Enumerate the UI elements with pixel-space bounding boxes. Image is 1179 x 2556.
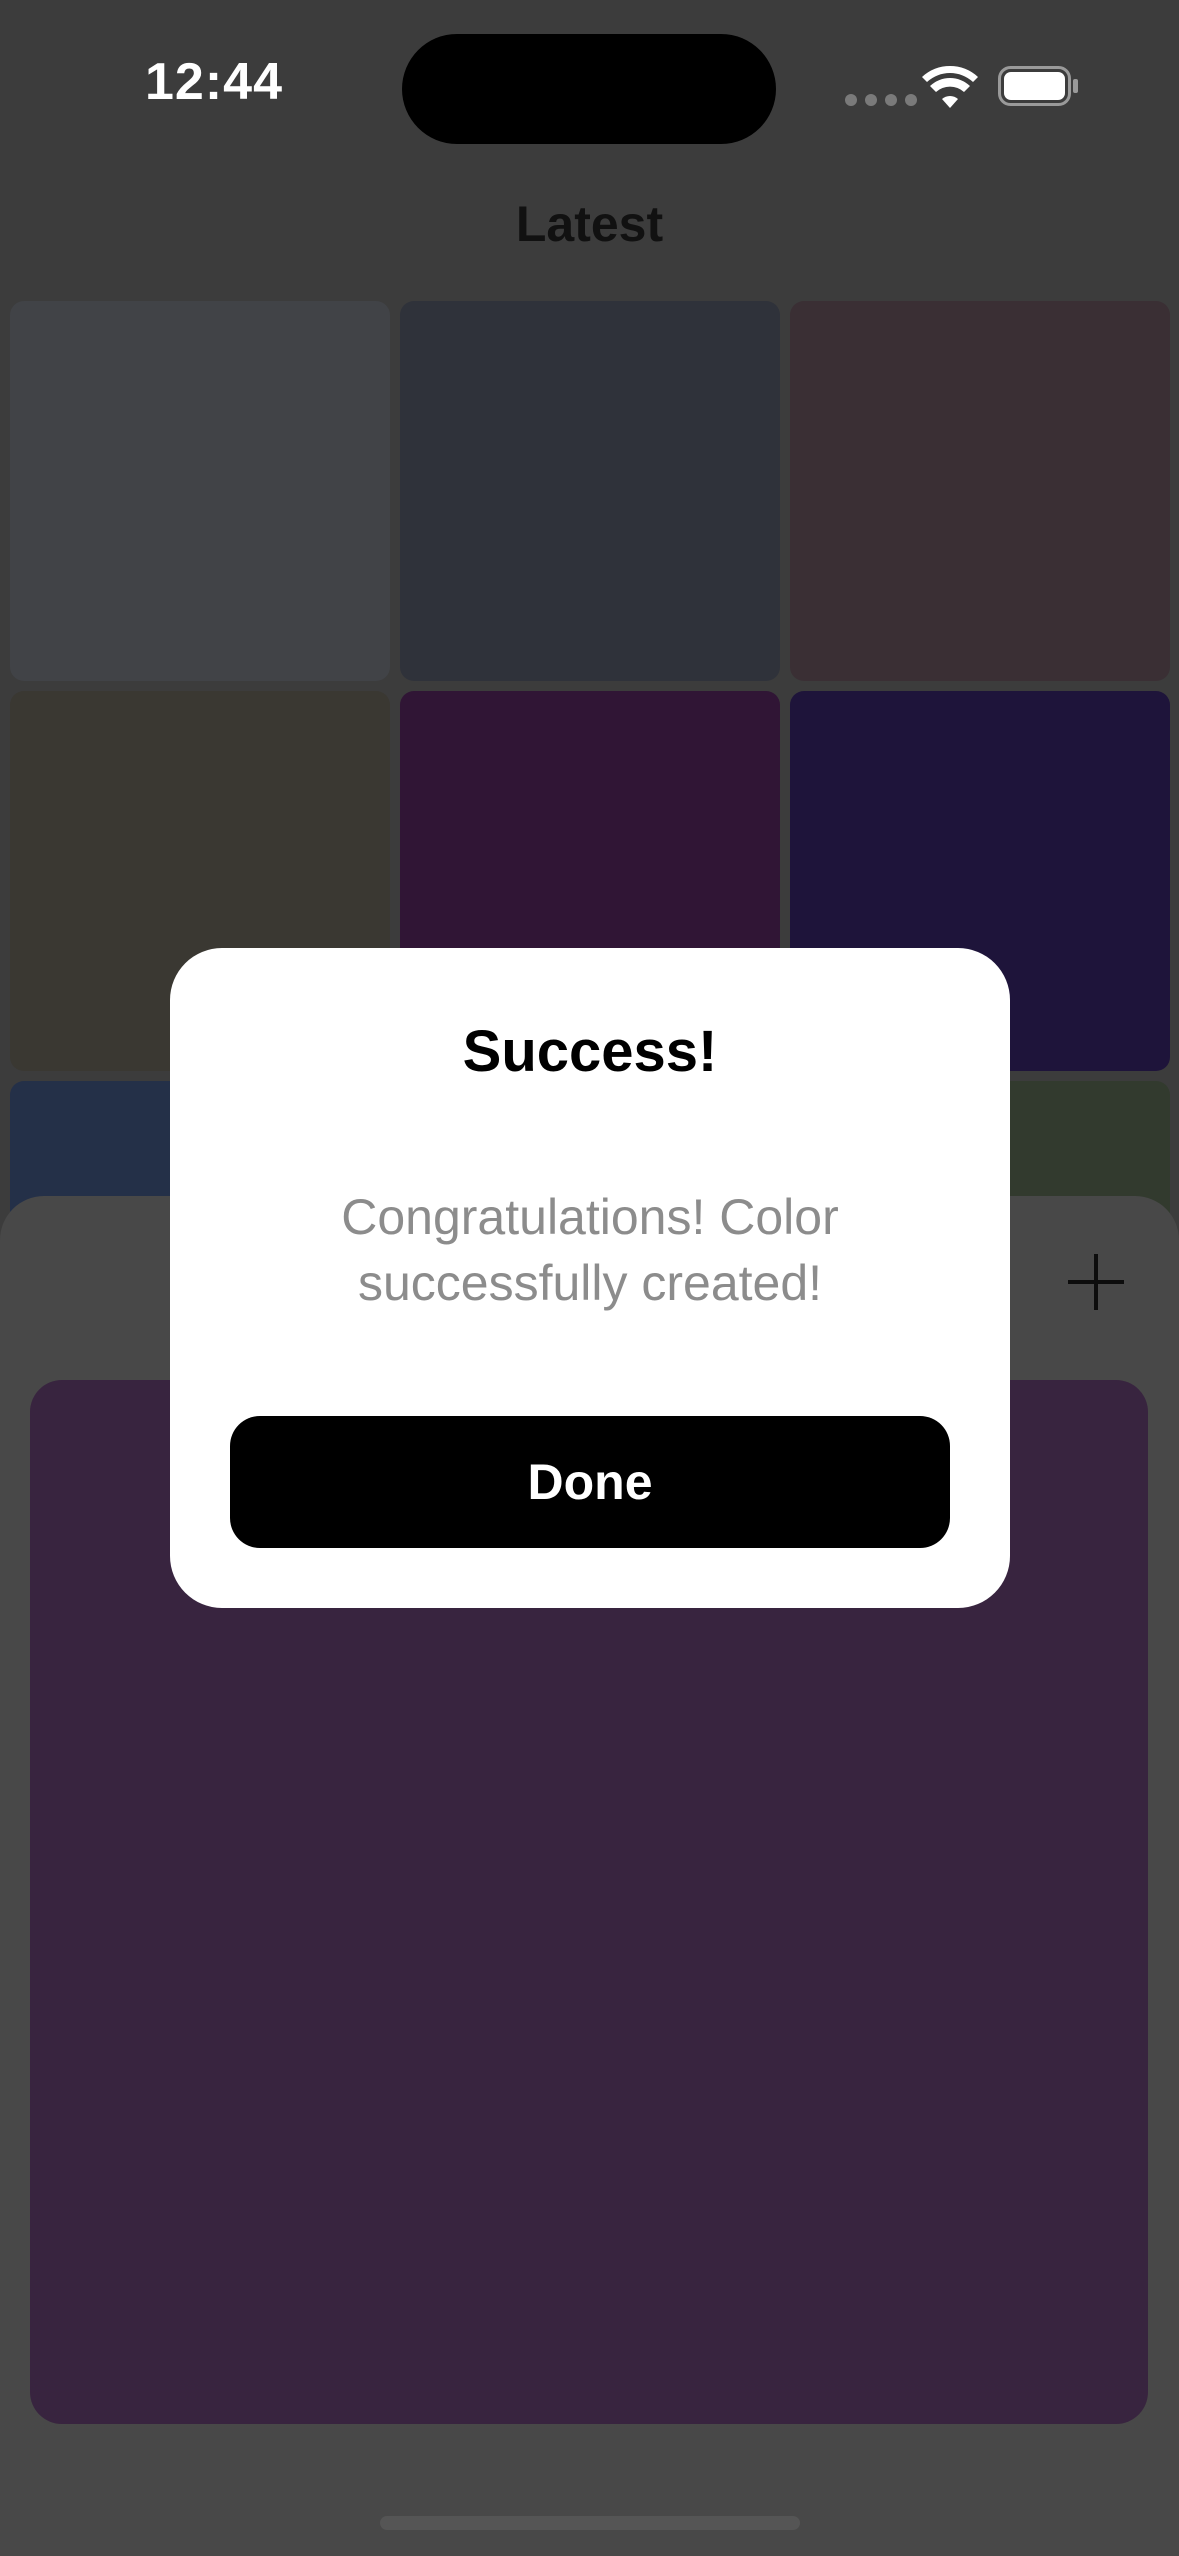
page-title: Latest — [515, 196, 664, 252]
signal-dots-icon — [845, 94, 917, 106]
alert-message: Congratulations! Color successfully crea… — [341, 1189, 839, 1311]
color-tile[interactable] — [790, 301, 1170, 681]
plus-icon[interactable] — [1066, 1252, 1126, 1312]
alert-title: Success! — [462, 1019, 718, 1084]
status-time: 12:44 — [145, 53, 283, 111]
color-tile[interactable] — [400, 301, 780, 681]
color-tile[interactable] — [10, 301, 390, 681]
status-bar: 12:44 — [0, 0, 1179, 180]
dynamic-island — [402, 34, 776, 144]
home-indicator — [380, 2516, 800, 2530]
done-button[interactable]: Done — [230, 1416, 950, 1548]
wifi-icon — [922, 65, 978, 108]
battery-icon — [998, 66, 1078, 106]
success-alert: Success! Congratulations! Color successf… — [170, 948, 1010, 1608]
